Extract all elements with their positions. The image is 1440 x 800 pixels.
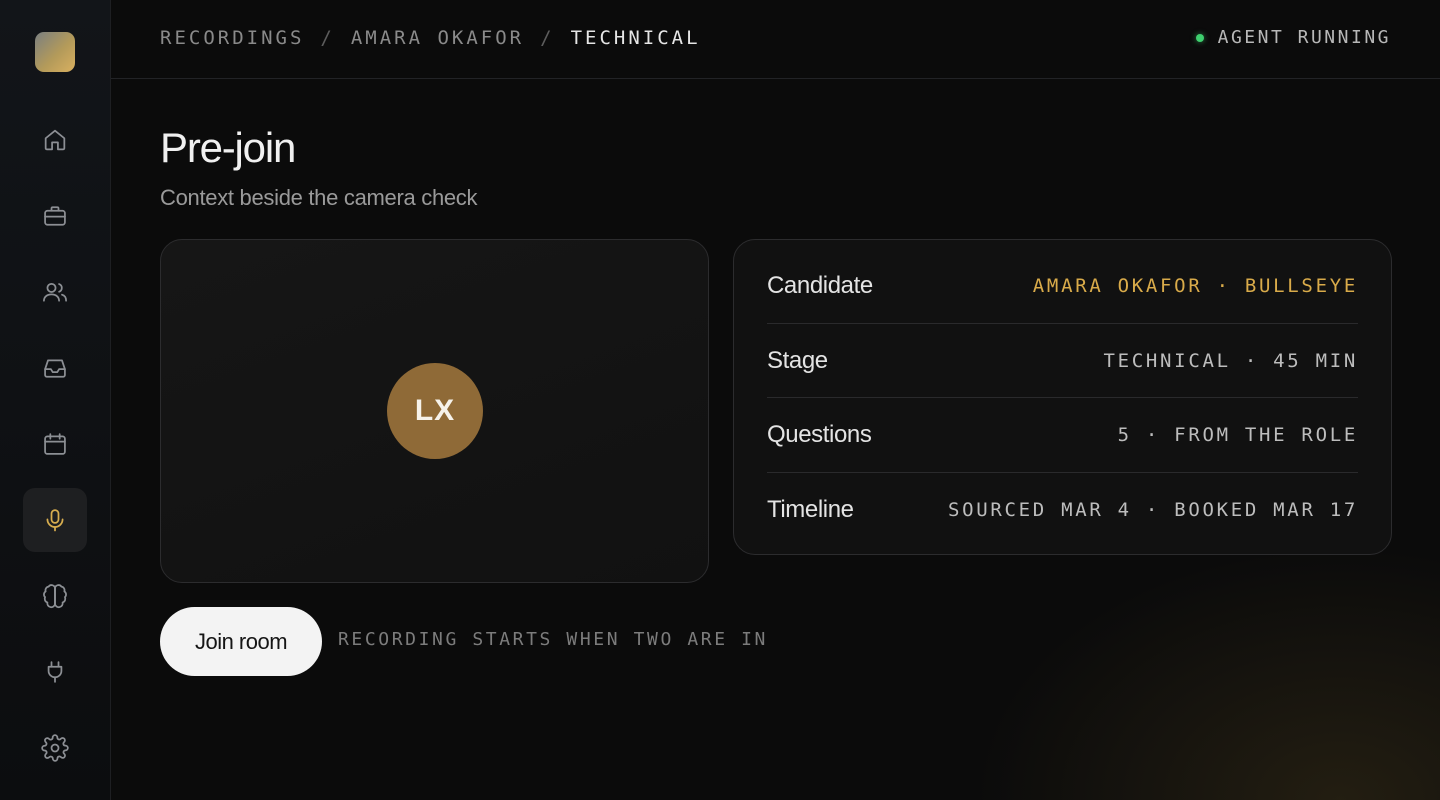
sidebar-item-recordings[interactable]	[23, 488, 87, 552]
sidebar	[0, 0, 111, 800]
detail-row-timeline: Timeline SOURCED MAR 4 · BOOKED MAR 17	[767, 473, 1358, 547]
page-subtitle: Context beside the camera check	[160, 185, 478, 210]
camera-preview: LX	[160, 239, 709, 583]
interview-details-card: Candidate AMARA OKAFOR · BULLSEYE Stage …	[733, 239, 1392, 555]
detail-value: TECHNICAL · 45 MIN	[1103, 350, 1358, 372]
sidebar-item-integrations[interactable]	[23, 640, 87, 704]
sidebar-item-inbox[interactable]	[23, 336, 87, 400]
recording-hint: RECORDING STARTS WHEN TWO ARE IN	[338, 629, 768, 650]
page-title: Pre-join	[160, 124, 296, 171]
sidebar-item-calendar[interactable]	[23, 412, 87, 476]
users-icon	[43, 282, 67, 302]
agent-status: AGENT RUNNING	[1195, 27, 1391, 48]
brain-icon	[43, 584, 67, 609]
detail-label: Stage	[767, 347, 828, 374]
app-logo[interactable]	[35, 32, 75, 72]
breadcrumb-separator: /	[540, 27, 555, 49]
top-header: RECORDINGS / AMARA OKAFOR / TECHNICAL AG…	[111, 0, 1440, 79]
breadcrumb-separator: /	[320, 27, 335, 49]
app-root: RECORDINGS / AMARA OKAFOR / TECHNICAL AG…	[0, 0, 1440, 800]
inbox-icon	[44, 359, 66, 378]
detail-value: SOURCED MAR 4 · BOOKED MAR 17	[947, 499, 1358, 521]
detail-label: Questions	[767, 421, 872, 448]
detail-row-questions: Questions 5 · FROM THE ROLE	[767, 398, 1358, 472]
breadcrumb-candidate[interactable]: AMARA OKAFOR	[351, 27, 524, 49]
calendar-icon	[44, 433, 66, 455]
join-room-button[interactable]: Join room	[160, 607, 322, 676]
avatar: LX	[387, 363, 483, 459]
sidebar-item-settings[interactable]	[23, 716, 87, 780]
detail-value: 5 · FROM THE ROLE	[1117, 424, 1358, 446]
microphone-icon	[46, 509, 64, 532]
sidebar-item-candidates[interactable]	[23, 260, 87, 324]
sidebar-item-intelligence[interactable]	[23, 564, 87, 628]
breadcrumb: RECORDINGS / AMARA OKAFOR / TECHNICAL	[160, 27, 701, 49]
breadcrumb-current: TECHNICAL	[570, 27, 701, 49]
detail-row-candidate: Candidate AMARA OKAFOR · BULLSEYE	[767, 249, 1358, 323]
home-icon	[44, 129, 66, 151]
status-dot-icon	[1195, 33, 1204, 42]
detail-row-stage: Stage TECHNICAL · 45 MIN	[767, 324, 1358, 398]
detail-label: Candidate	[767, 272, 873, 299]
briefcase-icon	[44, 206, 66, 226]
gear-icon	[41, 734, 69, 762]
status-label: AGENT RUNNING	[1217, 27, 1391, 48]
breadcrumb-recordings[interactable]: RECORDINGS	[160, 27, 304, 49]
detail-value: AMARA OKAFOR · BULLSEYE	[1032, 275, 1358, 297]
plug-icon	[47, 661, 63, 683]
sidebar-item-home[interactable]	[23, 108, 87, 172]
detail-label: Timeline	[767, 496, 854, 523]
sidebar-item-jobs[interactable]	[23, 184, 87, 248]
